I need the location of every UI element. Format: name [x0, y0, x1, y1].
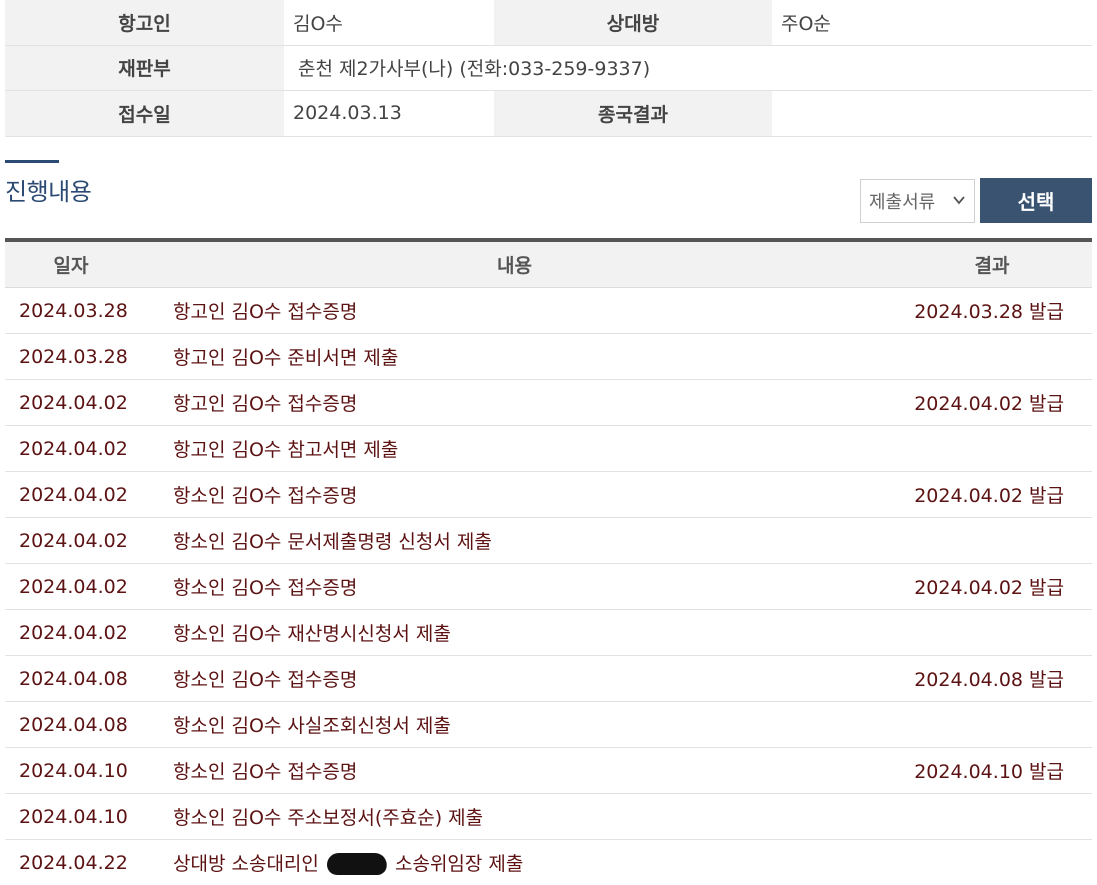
- row-content: 상대방 소송대리인 소송위임장 제출: [173, 849, 862, 876]
- header-result: 결과: [974, 255, 1010, 277]
- row-date: 2024.04.08: [19, 667, 128, 690]
- row-result: 2024.04.08 발급: [914, 669, 1064, 691]
- row-result: 2024.04.10 발급: [914, 761, 1064, 783]
- value-final-result: [772, 91, 1092, 136]
- section-title: 진행내용: [5, 178, 92, 206]
- row-date: 2024.03.28: [19, 299, 128, 322]
- table-row: 2024.04.08 항소인 김O수 접수증명 2024.04.08 발급: [5, 656, 1092, 702]
- label-final-result: 종국결과: [494, 91, 772, 136]
- row-content-suffix: 소송위임장 제출: [394, 853, 524, 875]
- value-appellant: 김O수: [284, 0, 494, 45]
- table-row: 2024.04.02 항소인 김O수 접수증명 2024.04.02 발급: [5, 472, 1092, 518]
- header-content: 내용: [497, 255, 532, 277]
- row-result: 2024.04.02 발급: [914, 577, 1064, 599]
- table-row: 2024.04.02 항고인 김O수 참고서면 제출: [5, 426, 1092, 472]
- row-content: 항소인 김O수 접수증명: [173, 761, 358, 783]
- table-header: 일자 내용 결과: [5, 242, 1092, 288]
- row-result: 2024.04.02 발급: [914, 393, 1064, 415]
- info-row-parties: 항고인 김O수 상대방 주O순: [5, 0, 1092, 46]
- row-date: 2024.04.02: [19, 391, 128, 414]
- table-row: 2024.04.02 항소인 김O수 문서제출명령 신청서 제출: [5, 518, 1092, 564]
- table-row: 2024.04.02 항소인 김O수 접수증명 2024.04.02 발급: [5, 564, 1092, 610]
- row-date: 2024.04.22: [19, 851, 128, 874]
- table-row: 2024.04.22 상대방 소송대리인 소송위임장 제출: [5, 840, 1092, 885]
- row-content: 항소인 김O수 사실조회신청서 제출: [173, 715, 451, 737]
- header-date: 일자: [53, 255, 89, 277]
- row-date: 2024.04.10: [19, 759, 128, 782]
- section-accent-bar: [5, 160, 59, 163]
- info-row-dates: 접수일 2024.03.13 종국결과: [5, 91, 1092, 137]
- row-content: 항소인 김O수 주소보정서(주효순) 제출: [173, 807, 484, 829]
- table-row: 2024.04.10 항소인 김O수 주소보정서(주효순) 제출: [5, 794, 1092, 840]
- row-date: 2024.04.02: [19, 621, 128, 644]
- label-appellant: 항고인: [5, 0, 284, 45]
- document-type-select[interactable]: 제출서류: [860, 179, 975, 223]
- row-content: 항소인 김O수 문서제출명령 신청서 제출: [173, 531, 492, 553]
- row-date: 2024.04.10: [19, 805, 128, 828]
- row-content: 항고인 김O수 접수증명: [173, 301, 358, 323]
- row-result: 2024.04.02 발급: [914, 485, 1064, 507]
- row-content: 항고인 김O수 접수증명: [173, 393, 358, 415]
- row-content: 항고인 김O수 참고서면 제출: [173, 439, 399, 461]
- row-content: 항고인 김O수 준비서면 제출: [173, 347, 399, 369]
- row-date: 2024.04.08: [19, 713, 128, 736]
- label-receipt-date: 접수일: [5, 91, 284, 136]
- row-result: 2024.03.28 발급: [914, 301, 1064, 323]
- row-date: 2024.04.02: [19, 575, 128, 598]
- row-content: 항소인 김O수 접수증명: [173, 577, 358, 599]
- row-date: 2024.04.02: [19, 529, 128, 552]
- row-content-prefix: 상대방 소송대리인: [173, 853, 319, 875]
- select-button[interactable]: 선택: [980, 178, 1092, 223]
- row-content: 항소인 김O수 접수증명: [173, 485, 358, 507]
- value-opponent: 주O순: [772, 0, 1092, 45]
- label-opponent: 상대방: [494, 0, 772, 45]
- value-court: 춘천 제2가사부(나) (전화:033-259-9337): [284, 45, 1092, 90]
- table-row: 2024.03.28 항고인 김O수 접수증명 2024.03.28 발급: [5, 288, 1092, 334]
- table-row: 2024.04.02 항고인 김O수 접수증명 2024.04.02 발급: [5, 380, 1092, 426]
- row-content: 항소인 김O수 접수증명: [173, 669, 358, 691]
- table-row: 2024.04.02 항소인 김O수 재산명시신청서 제출: [5, 610, 1092, 656]
- table-row: 2024.03.28 항고인 김O수 준비서면 제출: [5, 334, 1092, 380]
- row-date: 2024.04.02: [19, 483, 128, 506]
- label-court: 재판부: [5, 45, 284, 90]
- row-date: 2024.04.02: [19, 437, 128, 460]
- value-receipt-date: 2024.03.13: [284, 91, 494, 136]
- case-info-table: 항고인 김O수 상대방 주O순 재판부 춘천 제2가사부(나) (전화:033-…: [5, 0, 1092, 137]
- progress-table: 일자 내용 결과 2024.03.28 항고인 김O수 접수증명 2024.03…: [5, 238, 1092, 885]
- info-row-court: 재판부 춘천 제2가사부(나) (전화:033-259-9337): [5, 45, 1092, 91]
- row-content: 항소인 김O수 재산명시신청서 제출: [173, 623, 451, 645]
- redacted-name: [325, 853, 389, 875]
- table-row: 2024.04.10 항소인 김O수 접수증명 2024.04.10 발급: [5, 748, 1092, 794]
- table-row: 2024.04.08 항소인 김O수 사실조회신청서 제출: [5, 702, 1092, 748]
- select-value: 제출서류: [869, 192, 936, 213]
- chevron-down-icon: [953, 196, 965, 205]
- row-date: 2024.03.28: [19, 345, 128, 368]
